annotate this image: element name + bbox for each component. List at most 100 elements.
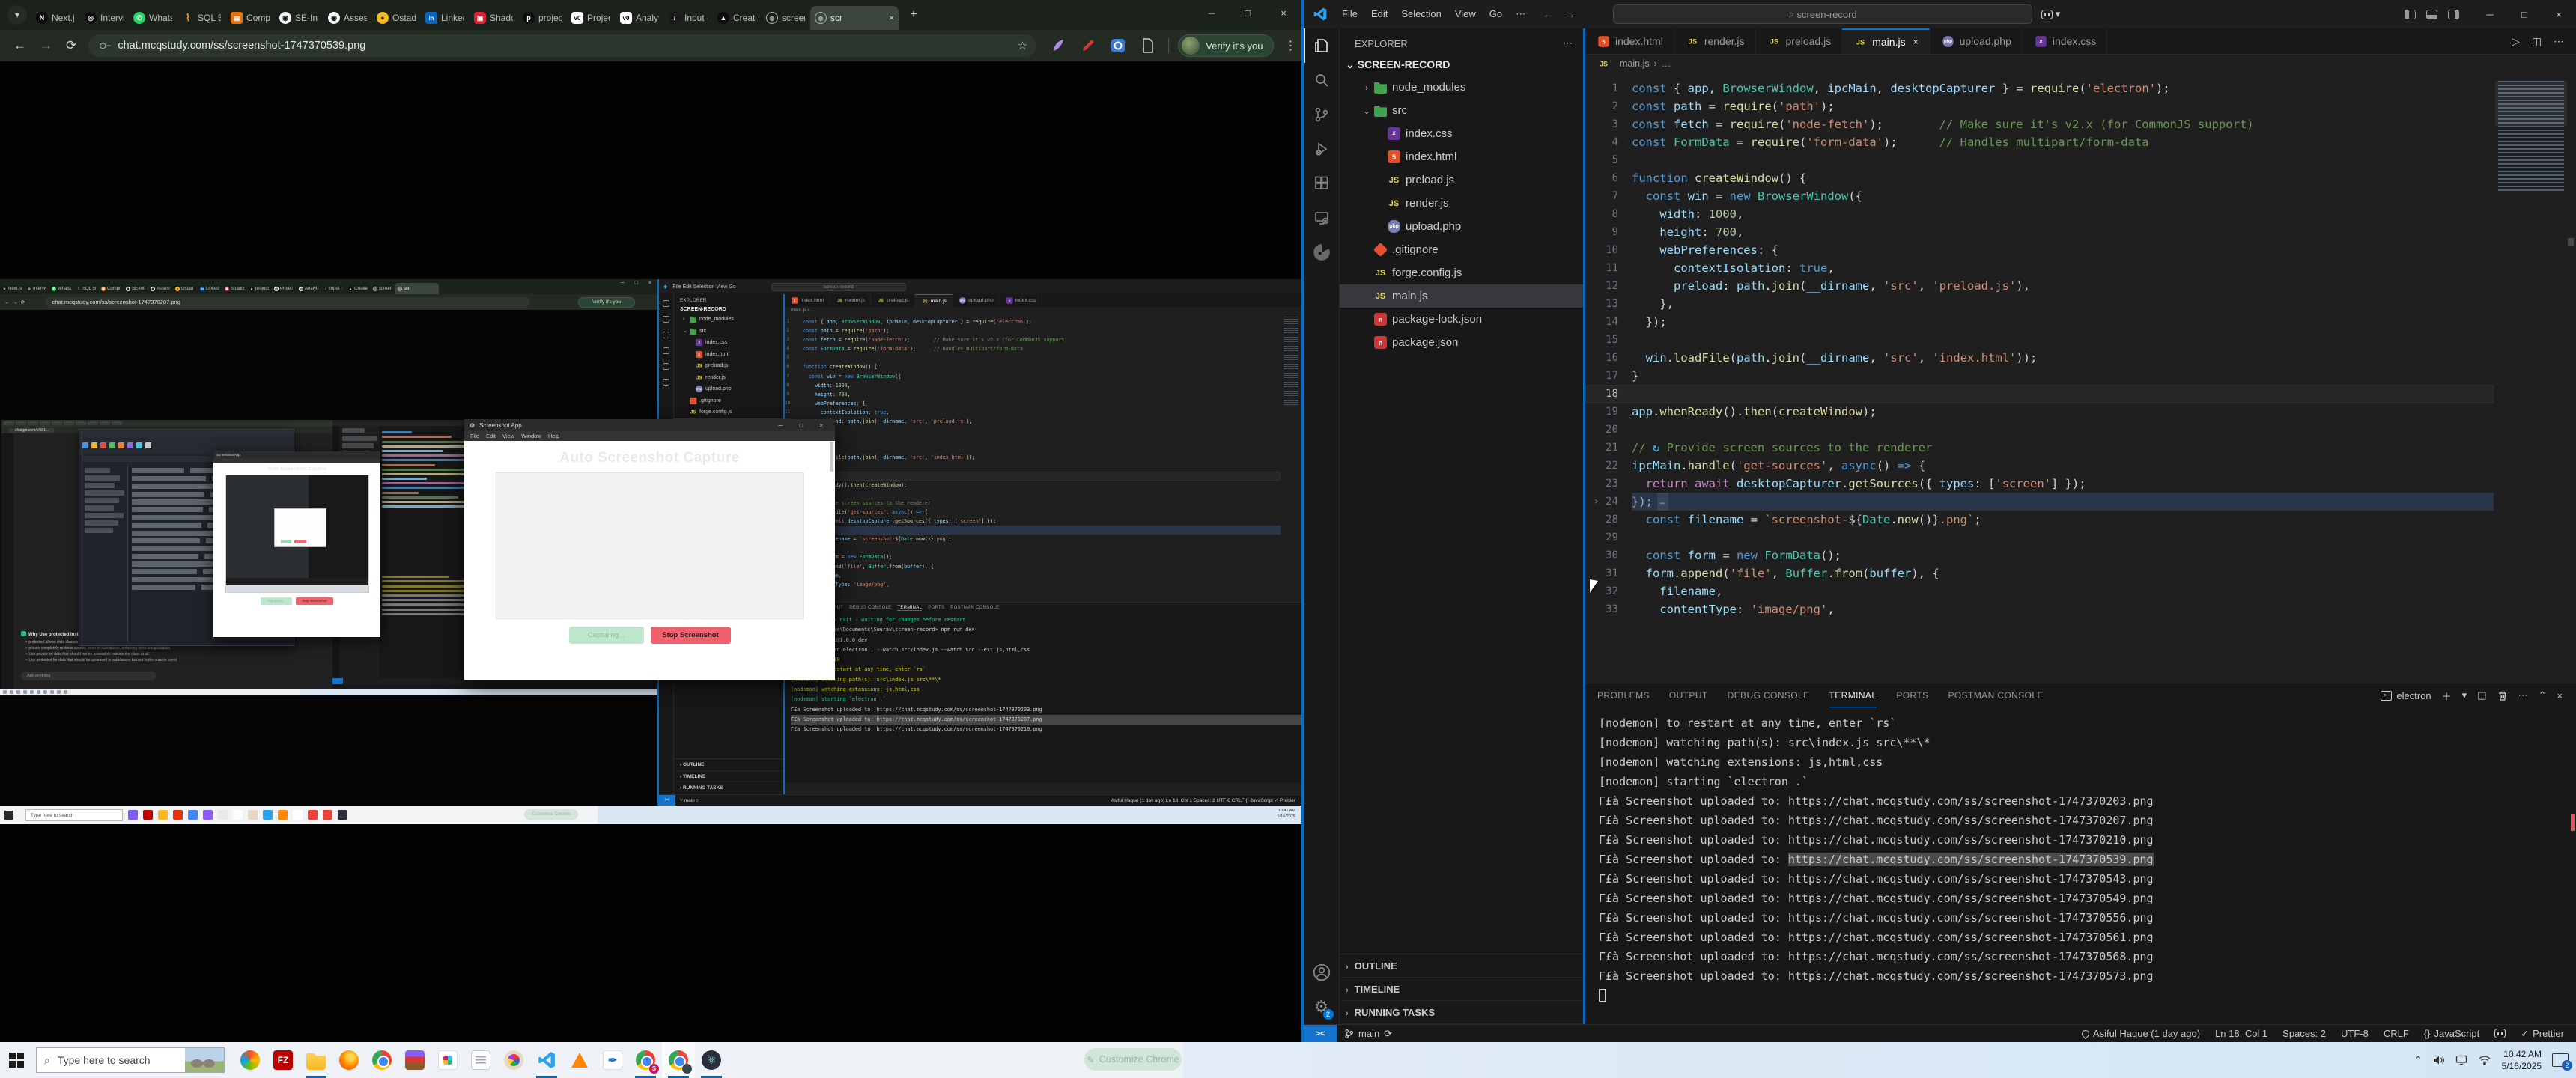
menu-⋯[interactable]: ⋯: [1509, 8, 1532, 19]
file-index-css[interactable]: #index.css: [1340, 122, 1583, 145]
menu-edit[interactable]: Edit: [1364, 8, 1394, 19]
taskbar-icon-explorer[interactable]: [300, 1042, 332, 1078]
minimap[interactable]: [2498, 81, 2564, 193]
editor-tab-render-js[interactable]: JSrender.js: [1674, 28, 1756, 54]
browser-tab-input-[interactable]: /Input -: [664, 6, 712, 30]
taskbar-icon-winrar[interactable]: [398, 1042, 431, 1078]
browser-minimize-button[interactable]: ─: [1194, 0, 1230, 25]
tray-chevron-icon[interactable]: ⌃: [2414, 1054, 2422, 1066]
reload-button[interactable]: ⟳: [66, 38, 76, 53]
file-preload-js[interactable]: JSpreload.js: [1340, 168, 1583, 192]
taskbar-icon-vlc[interactable]: [563, 1042, 596, 1078]
file-node-modules[interactable]: ›node_modules: [1340, 76, 1583, 99]
taskbar-icon-notepad[interactable]: [464, 1042, 497, 1078]
editor-tab-main-js[interactable]: JSmain.js×: [1842, 28, 1929, 54]
run-file-icon[interactable]: ▷: [2512, 35, 2520, 48]
breadcrumb[interactable]: JS main.js›…: [1585, 55, 2576, 73]
browser-tab-create[interactable]: ▲Create: [713, 6, 761, 30]
code-editor[interactable]: 1const { app, BrowserWindow, ipcMain, de…: [1585, 75, 2494, 683]
search-icon[interactable]: [1304, 63, 1340, 97]
wifi-icon[interactable]: [2478, 1055, 2491, 1065]
split-editor-icon[interactable]: ◫: [2532, 35, 2542, 48]
browser-maximize-button[interactable]: □: [1230, 0, 1266, 25]
pen-extension-icon[interactable]: [1080, 37, 1096, 54]
browser-tab-assesm[interactable]: ◉Assesm: [323, 6, 371, 30]
taskbar-icon-copilot[interactable]: [234, 1042, 267, 1078]
volume-icon[interactable]: [2433, 1055, 2445, 1065]
browser-menu-icon[interactable]: ⋮: [1284, 38, 1296, 53]
editor-tab-index-html[interactable]: 5index.html: [1585, 28, 1674, 54]
source-control-icon[interactable]: [1304, 97, 1340, 132]
file-render-js[interactable]: JSrender.js: [1340, 192, 1583, 215]
status-copilot-icon[interactable]: [2494, 1029, 2506, 1038]
terminal-dropdown-icon[interactable]: ▾: [2462, 689, 2467, 701]
verify-profile-button[interactable]: Verify it's you: [1178, 34, 1274, 57]
status-author[interactable]: Asiful Haque (1 day ago): [2082, 1028, 2200, 1039]
menu-go[interactable]: Go: [1483, 8, 1509, 19]
section-running-tasks[interactable]: ›RUNNING TASKS: [1340, 1001, 1583, 1024]
panel-tab-output[interactable]: OUTPUT: [1669, 683, 1708, 707]
panel-tab-problems[interactable]: PROBLEMS: [1597, 683, 1650, 707]
split-terminal-icon[interactable]: ◫: [2477, 689, 2486, 701]
extensions-icon[interactable]: [1304, 166, 1340, 201]
taskbar-icon-firefox[interactable]: [332, 1042, 365, 1078]
file-main-js[interactable]: JSmain.js: [1340, 284, 1583, 308]
panel-tab-terminal[interactable]: TERMINAL: [1829, 683, 1877, 707]
copilot-titlebar-icon[interactable]: ▾: [2041, 8, 2060, 20]
taskbar-search-box[interactable]: ⌕ Type here to search: [36, 1047, 225, 1073]
status-eol[interactable]: CRLF: [2384, 1028, 2409, 1039]
kill-terminal-icon[interactable]: [2497, 690, 2508, 701]
browser-tab-projec[interactable]: v0Projec: [567, 6, 615, 30]
terminal-output[interactable]: [nodemon] to restart at any time, enter …: [1599, 713, 2561, 1021]
maximize-panel-icon[interactable]: ⌃: [2539, 689, 2547, 701]
new-terminal-icon[interactable]: ＋: [2442, 689, 2452, 703]
git-branch-status[interactable]: main⟳: [1344, 1028, 1392, 1040]
file-package-lock-json[interactable]: npackage-lock.json: [1340, 308, 1583, 331]
browser-tab-active[interactable]: ◍scr×: [810, 6, 899, 30]
tab-close-icon[interactable]: ×: [1913, 37, 1919, 47]
browser-tab-next-js[interactable]: NNext.js: [31, 6, 79, 30]
browser-tab-se-inte[interactable]: ◉SE-Inte: [275, 6, 323, 30]
explorer-more-icon[interactable]: ⋯: [1563, 37, 1574, 49]
taskbar-icon-paint[interactable]: [497, 1042, 530, 1078]
taskbar-icon-filezilla[interactable]: FZ: [267, 1042, 300, 1078]
sidebar-sash[interactable]: [1583, 28, 1585, 1024]
browser-tab-ostad-[interactable]: ●Ostad -: [372, 6, 420, 30]
account-icon[interactable]: [1304, 955, 1340, 990]
editor-more-icon[interactable]: ⋯: [2554, 35, 2564, 48]
editor-tab-index-css[interactable]: #index.css: [2023, 28, 2107, 54]
browser-tab-shadcn[interactable]: ▣Shadcn: [470, 6, 517, 30]
tab-close-icon[interactable]: ×: [889, 13, 894, 23]
run-debug-icon[interactable]: [1304, 132, 1340, 166]
daily-image[interactable]: [185, 1048, 224, 1072]
editor-tab-preload-js[interactable]: JSpreload.js: [1756, 28, 1843, 54]
display-icon[interactable]: [2455, 1055, 2467, 1065]
bookmark-star-icon[interactable]: ☆: [1018, 39, 1027, 52]
taskbar-clock[interactable]: 10:42 AM5/16/2025: [2502, 1048, 2542, 1072]
file-src[interactable]: ⌄src: [1340, 99, 1583, 122]
remote-explorer-icon[interactable]: [1304, 201, 1340, 235]
browser-close-button[interactable]: ×: [1266, 0, 1301, 25]
page-extension-icon[interactable]: [1140, 37, 1156, 54]
remote-indicator[interactable]: ><: [1304, 1025, 1337, 1042]
action-center-icon[interactable]: 2: [2552, 1053, 2569, 1067]
quill-extension-icon[interactable]: [1050, 37, 1066, 54]
menu-view[interactable]: View: [1448, 8, 1483, 19]
toggle-panel-icon[interactable]: [2426, 10, 2437, 19]
taskbar-icon-chrome-s[interactable]: S: [629, 1042, 662, 1078]
file-upload-php[interactable]: phpupload.php: [1340, 215, 1583, 238]
editor-scrollbar[interactable]: [2566, 75, 2576, 683]
history-nav-icons[interactable]: ←→: [1543, 8, 1586, 21]
browser-tab-analyti[interactable]: v0Analyti: [616, 6, 663, 30]
taskbar-icon-vscode[interactable]: [530, 1042, 563, 1078]
browser-tab-intervie[interactable]: ◎Intervie: [80, 6, 128, 30]
taskbar-icon-chrome[interactable]: [365, 1042, 398, 1078]
panel-more-icon[interactable]: ⋯: [2518, 689, 2528, 701]
toggle-secondary-sidebar-icon[interactable]: [2448, 10, 2459, 19]
file-index-html[interactable]: 5index.html: [1340, 145, 1583, 168]
taskbar-icon-chrome-a[interactable]: [662, 1042, 695, 1078]
start-button[interactable]: [9, 1053, 24, 1068]
back-button[interactable]: ←: [13, 38, 26, 53]
status-encoding[interactable]: UTF-8: [2341, 1028, 2369, 1039]
browser-tab-compre[interactable]: ▤Compre: [226, 6, 274, 30]
